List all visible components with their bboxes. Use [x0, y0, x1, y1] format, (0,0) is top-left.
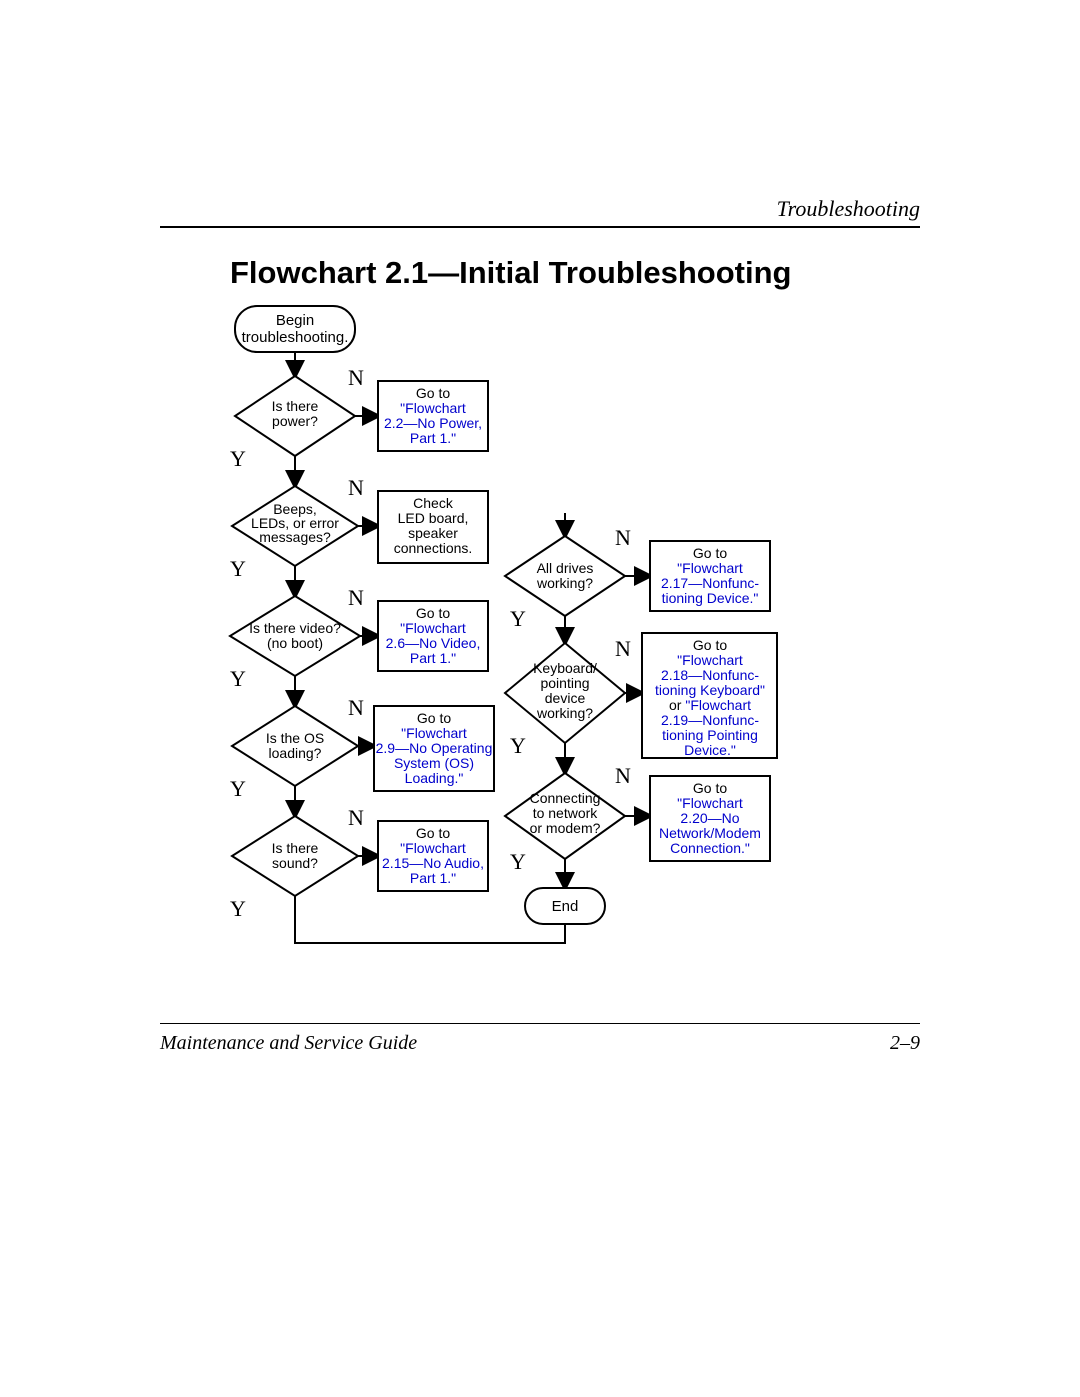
svg-text:connections.: connections. [394, 540, 473, 556]
svg-text:2.18—Nonfunc-[interactable]: 2.18—Nonfunc- [661, 667, 759, 683]
svg-text:working?: working? [536, 705, 593, 721]
svg-text:Is there: Is there [272, 398, 319, 414]
svg-text:End: End [552, 898, 579, 915]
svg-text:Is there: Is there [272, 840, 319, 856]
svg-text:Y: Y [230, 666, 246, 691]
svg-text:N: N [348, 585, 364, 610]
svg-text:Y: Y [230, 446, 246, 471]
footer-rule [160, 1023, 920, 1024]
svg-text:Y: Y [230, 896, 246, 921]
footer-right: 2–9 [890, 1032, 920, 1055]
svg-text:speaker: speaker [408, 525, 458, 541]
svg-text:"Flowchart[interactable]: "Flowchart [677, 795, 743, 811]
svg-text:Go to: Go to [417, 710, 451, 726]
svg-text:N: N [348, 805, 364, 830]
svg-text:Part 1."[interactable]: Part 1." [410, 430, 456, 446]
svg-text:Go to: Go to [693, 545, 727, 561]
svg-text:or modem?: or modem? [530, 820, 601, 836]
svg-text:N: N [615, 636, 631, 661]
flowchart: Begin troubleshooting. Is there power? Y… [160, 298, 920, 1018]
svg-text:2.6—No Video,[interactable]: 2.6—No Video, [386, 635, 481, 651]
svg-text:Go to: Go to [416, 605, 450, 621]
svg-text:power?: power? [272, 413, 318, 429]
svg-text:Y: Y [230, 776, 246, 801]
start-l2: troubleshooting. [242, 329, 349, 346]
svg-text:Keyboard/: Keyboard/ [533, 660, 597, 676]
svg-text:Y: Y [510, 849, 526, 874]
svg-text:N: N [348, 475, 364, 500]
svg-text:tioning Keyboard"[interactable]: tioning Keyboard" [655, 682, 765, 698]
svg-text:"Flowchart[interactable]: "Flowchart [400, 840, 466, 856]
svg-text:Y: Y [510, 733, 526, 758]
svg-text:N: N [348, 365, 364, 390]
svg-text:System (OS)[interactable]: System (OS) [394, 755, 474, 771]
svg-text:Y: Y [510, 606, 526, 631]
svg-text:Network/Modem[interactable]: Network/Modem [659, 825, 761, 841]
svg-text:2.15—No Audio,[interactable]: 2.15—No Audio, [382, 855, 484, 871]
svg-text:tioning Device."[interactable]: tioning Device." [662, 590, 759, 606]
svg-text:"Flowchart[interactable]: "Flowchart [400, 400, 466, 416]
svg-text:Device."[interactable]: Device." [684, 742, 736, 758]
svg-text:"Flowchart[interactable]: "Flowchart [401, 725, 467, 741]
header-section: Troubleshooting [777, 196, 920, 222]
svg-text:"Flowchart[interactable]: "Flowchart [677, 652, 743, 668]
svg-text:Connection."[interactable]: Connection." [670, 840, 750, 856]
svg-text:N: N [615, 525, 631, 550]
svg-text:Is there video?: Is there video? [249, 620, 341, 636]
svg-text:pointing: pointing [540, 675, 589, 691]
svg-text:Y: Y [230, 556, 246, 581]
svg-text:tioning Pointing[interactable]: tioning Pointing [662, 727, 758, 743]
svg-text:All drives: All drives [537, 560, 594, 576]
page-title: Flowchart 2.1—Initial Troubleshooting [230, 255, 791, 291]
svg-text:LED board,: LED board, [398, 510, 469, 526]
svg-text:N: N [615, 763, 631, 788]
svg-text:Is the OS: Is the OS [266, 730, 324, 746]
svg-text:"Flowchart[interactable]: "Flowchart [400, 620, 466, 636]
svg-text:sound?: sound? [272, 855, 318, 871]
svg-text:or "Flowchart: or "Flowchart [669, 697, 751, 713]
svg-text:Part 1."[interactable]: Part 1." [410, 650, 456, 666]
svg-text:2.17—Nonfunc-[interactable]: 2.17—Nonfunc- [661, 575, 759, 591]
svg-text:Go to: Go to [693, 637, 727, 653]
svg-text:Go to: Go to [693, 780, 727, 796]
svg-text:working?: working? [536, 575, 593, 591]
svg-text:N: N [348, 695, 364, 720]
start-l1: Begin [276, 312, 314, 329]
svg-text:to network: to network [533, 805, 599, 821]
svg-text:Loading."[interactable]: Loading." [405, 770, 464, 786]
svg-text:loading?: loading? [269, 745, 322, 761]
svg-text:device: device [545, 690, 586, 706]
svg-text:Part 1."[interactable]: Part 1." [410, 870, 456, 886]
svg-text:Check: Check [413, 495, 454, 511]
svg-text:Go to: Go to [416, 825, 450, 841]
svg-text:Go to: Go to [416, 385, 450, 401]
svg-text:2.20—No[interactable]: 2.20—No [680, 810, 739, 826]
svg-text:2.19—Nonfunc-[interactable]: 2.19—Nonfunc- [661, 712, 759, 728]
svg-text:(no boot): (no boot) [267, 635, 323, 651]
svg-text:2.2—No Power,[interactable]: 2.2—No Power, [384, 415, 482, 431]
svg-text:messages?: messages? [259, 529, 331, 545]
header-rule [160, 226, 920, 228]
svg-text:Connecting: Connecting [530, 790, 601, 806]
svg-text:"Flowchart[interactable]: "Flowchart [677, 560, 743, 576]
svg-text:2.9—No Operating[interactable]: 2.9—No Operating [376, 740, 493, 756]
footer-left: Maintenance and Service Guide [160, 1032, 417, 1055]
